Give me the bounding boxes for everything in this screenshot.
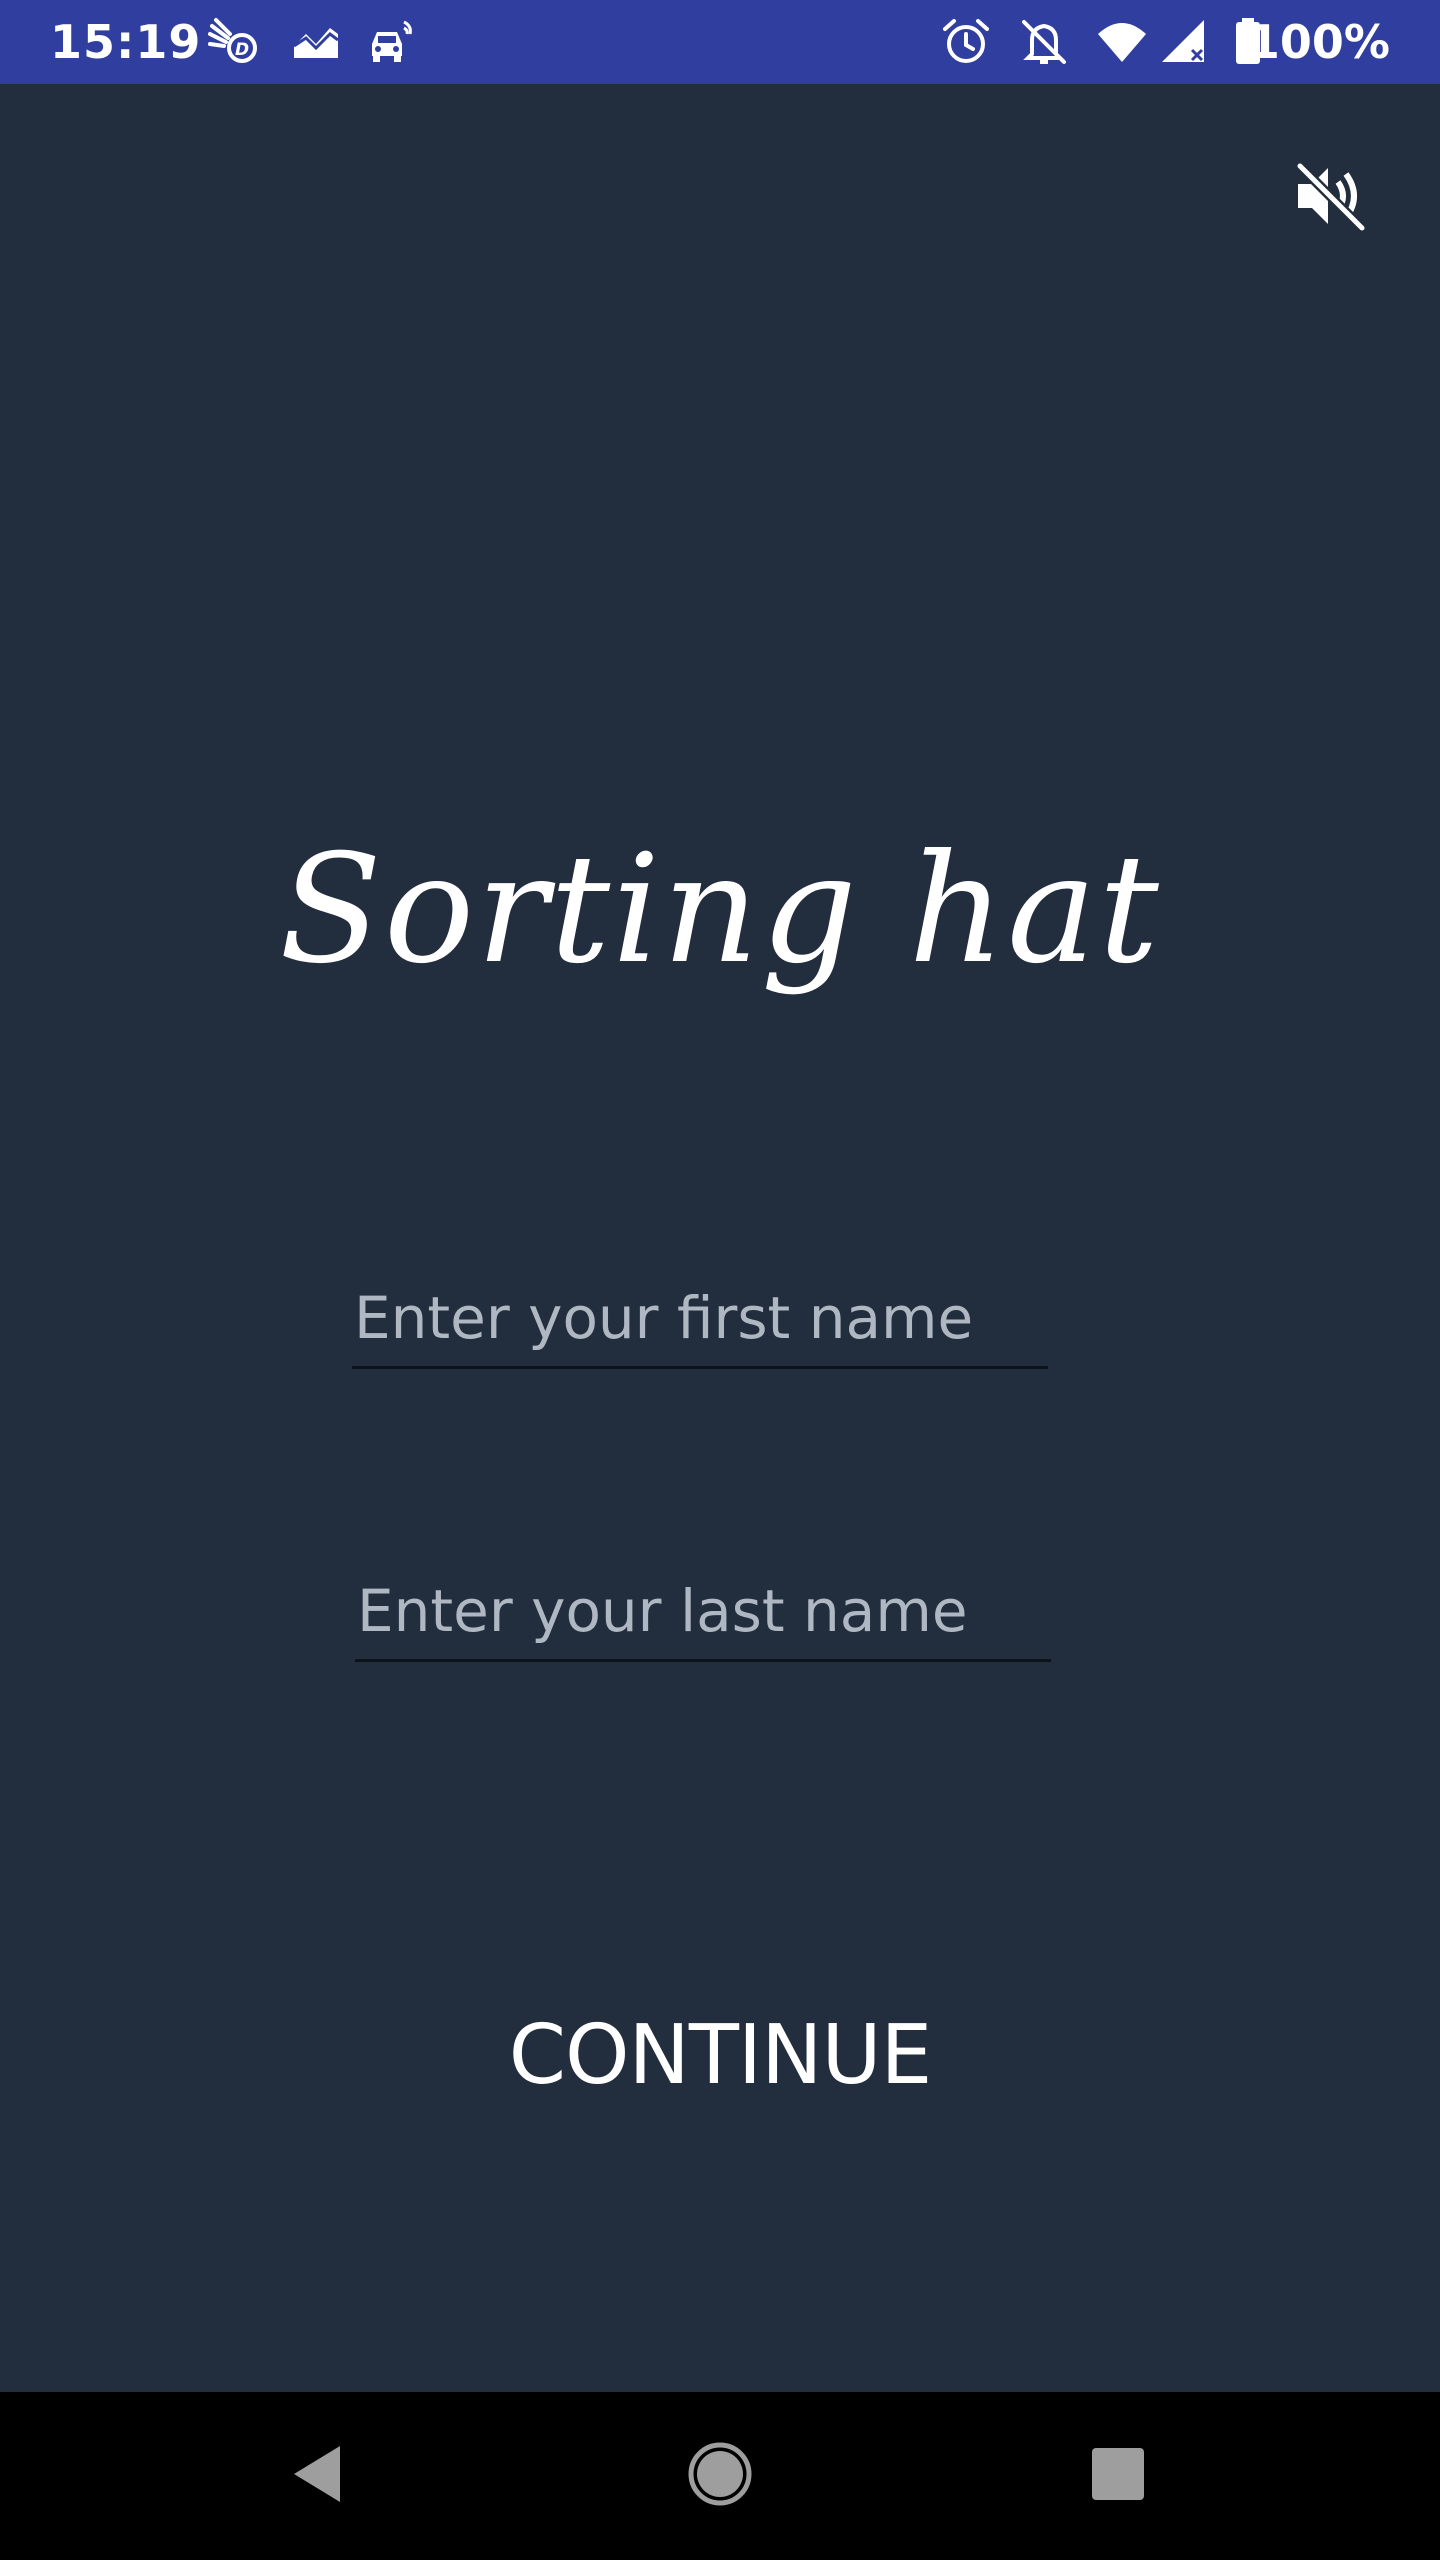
notifications-off-icon	[1018, 16, 1070, 68]
status-bar: 15:19 D 100%	[0, 0, 1440, 84]
hand-wave-icon: D	[208, 16, 260, 68]
alarm-icon	[940, 16, 992, 68]
wifi-icon	[1096, 16, 1148, 68]
back-button[interactable]	[268, 2426, 368, 2526]
volume-off-icon	[1292, 158, 1368, 238]
battery-percent: 100%	[1247, 15, 1390, 69]
home-button[interactable]	[670, 2426, 770, 2526]
app-title: Sorting hat	[279, 823, 1161, 997]
car-icon	[364, 16, 416, 68]
status-time: 15:19	[50, 15, 202, 69]
continue-button[interactable]: CONTINUE	[470, 1990, 970, 2120]
mute-button[interactable]	[1280, 148, 1380, 248]
home-icon	[687, 2441, 753, 2511]
last-name-input[interactable]	[355, 1563, 1053, 1659]
first-name-field[interactable]	[352, 1270, 1050, 1369]
chart-icon	[290, 16, 342, 68]
svg-text:D: D	[235, 40, 249, 60]
signal-icon	[1158, 16, 1210, 68]
first-name-input[interactable]	[352, 1270, 1050, 1366]
last-name-field[interactable]	[355, 1563, 1053, 1662]
navigation-bar	[0, 2392, 1440, 2560]
recents-button[interactable]	[1068, 2426, 1168, 2526]
recents-icon	[1090, 2446, 1146, 2506]
back-icon	[288, 2442, 348, 2510]
